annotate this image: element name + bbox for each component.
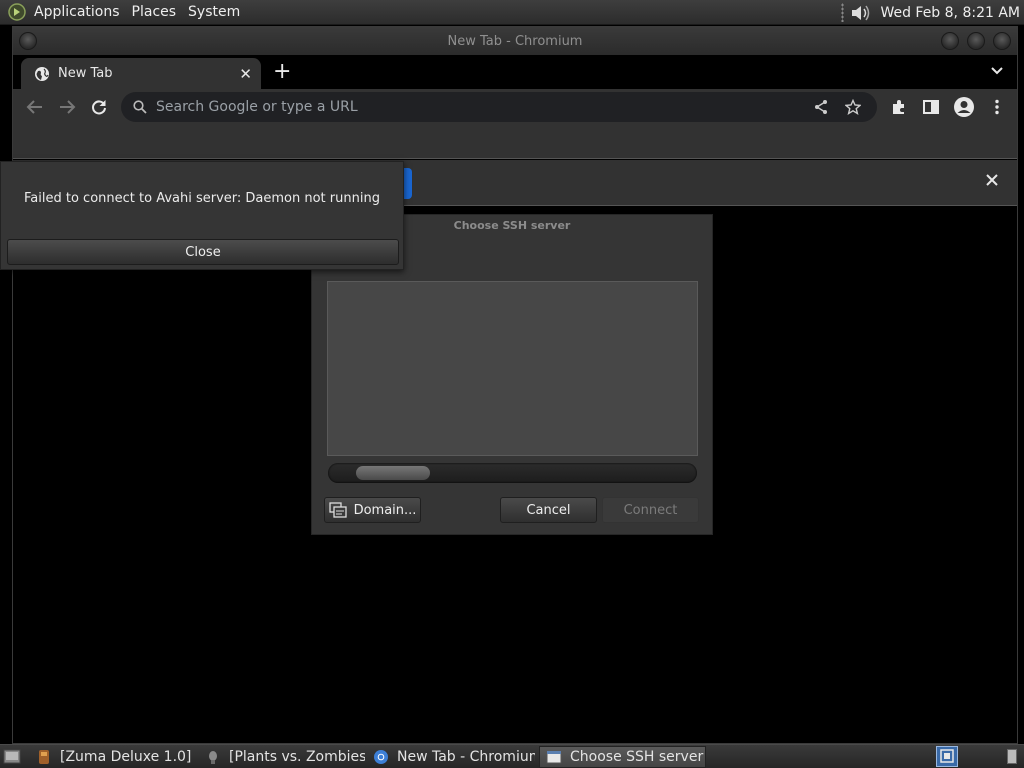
avahi-error-dialog: Failed to connect to Avahi server: Daemo… (0, 161, 404, 270)
extensions-puzzle-icon[interactable] (890, 98, 908, 116)
trash-icon[interactable] (1007, 749, 1017, 764)
close-window-button[interactable] (993, 32, 1011, 50)
cancel-button[interactable]: Cancel (500, 497, 597, 523)
window-icon (546, 750, 562, 764)
network-domain-icon (328, 502, 347, 518)
profile-avatar-icon[interactable] (953, 96, 975, 118)
workspace-icon (940, 749, 954, 763)
taskbar-item-label: Choose SSH server (570, 749, 704, 765)
taskbar-item-chromium[interactable]: New Tab - Chromium (367, 746, 535, 768)
server-list[interactable] (327, 281, 698, 456)
horizontal-scrollbar[interactable] (328, 463, 697, 483)
forward-arrow-icon[interactable] (58, 98, 76, 116)
clock[interactable]: Wed Feb 8, 8:21 AM (880, 5, 1020, 21)
side-panel-icon[interactable] (922, 98, 940, 116)
scrollbar-thumb[interactable] (356, 466, 430, 480)
system-menu[interactable]: System (182, 0, 246, 25)
connect-button[interactable]: Connect (602, 497, 699, 523)
taskbar-item-label: New Tab - Chromium (397, 749, 535, 765)
tab-close-icon[interactable]: ✕ (239, 65, 252, 83)
search-icon (133, 100, 147, 114)
connect-button-label: Connect (623, 502, 678, 518)
infobar-close-icon[interactable] (985, 173, 999, 187)
share-icon[interactable] (813, 99, 829, 115)
gnome-foot-icon[interactable] (6, 1, 28, 23)
tab-strip: New Tab ✕ + (13, 55, 1017, 89)
places-menu[interactable]: Places (126, 0, 183, 25)
taskbar-item-zuma[interactable]: [Zuma Deluxe 1.0] (30, 746, 194, 768)
show-desktop-icon[interactable] (3, 748, 21, 765)
window-title: New Tab - Chromium (447, 33, 583, 49)
chromium-icon (374, 750, 388, 764)
workspace-switcher[interactable] (936, 746, 958, 767)
zuma-icon (39, 750, 49, 764)
close-button-label: Close (185, 244, 221, 260)
domain-button-label: Domain... (353, 502, 417, 518)
bottom-taskbar: [Zuma Deluxe 1.0] [Plants vs. Zombies] N… (0, 744, 1024, 768)
domain-button[interactable]: Domain... (324, 497, 421, 523)
window-menu-button[interactable] (19, 32, 37, 50)
bookmark-star-icon[interactable] (845, 99, 861, 115)
close-button[interactable]: Close (7, 239, 399, 265)
panel-tray: Wed Feb 8, 8:21 AM (841, 0, 1024, 25)
taskbar-item-label: [Zuma Deluxe 1.0] (60, 749, 192, 765)
plants-vs-zombies-icon (209, 751, 217, 764)
chevron-down-icon[interactable] (991, 65, 1003, 77)
more-menu-icon[interactable] (988, 98, 1006, 116)
error-message: Failed to connect to Avahi server: Daemo… (24, 191, 380, 206)
tab-title: New Tab (58, 66, 113, 81)
volume-icon[interactable] (850, 3, 872, 23)
omnibox[interactable]: Search Google or type a URL (121, 92, 877, 122)
reload-icon[interactable] (90, 98, 108, 116)
applications-menu[interactable]: Applications (28, 0, 126, 25)
maximize-button[interactable] (967, 32, 985, 50)
globe-icon (35, 66, 49, 81)
browser-toolbar: Search Google or type a URL (13, 89, 1017, 125)
desktop: Applications Places System Wed Feb 8, 8:… (0, 0, 1024, 768)
window-titlebar[interactable]: New Tab - Chromium (13, 27, 1017, 55)
bookmarks-bar (13, 125, 1017, 159)
omnibox-placeholder: Search Google or type a URL (156, 99, 358, 115)
cancel-button-label: Cancel (526, 502, 571, 518)
taskbar-item-label: [Plants vs. Zombies] (229, 749, 365, 765)
minimize-button[interactable] (941, 32, 959, 50)
tab-new-tab[interactable]: New Tab ✕ (21, 58, 261, 89)
taskbar-item-choose-ssh-server[interactable]: Choose SSH server (539, 746, 706, 768)
new-tab-button[interactable]: + (273, 60, 291, 84)
panel-separator (841, 3, 845, 22)
taskbar-item-plants-vs-zombies[interactable]: [Plants vs. Zombies] (199, 746, 365, 768)
top-panel: Applications Places System Wed Feb 8, 8:… (0, 0, 1024, 25)
back-arrow-icon[interactable] (26, 98, 44, 116)
